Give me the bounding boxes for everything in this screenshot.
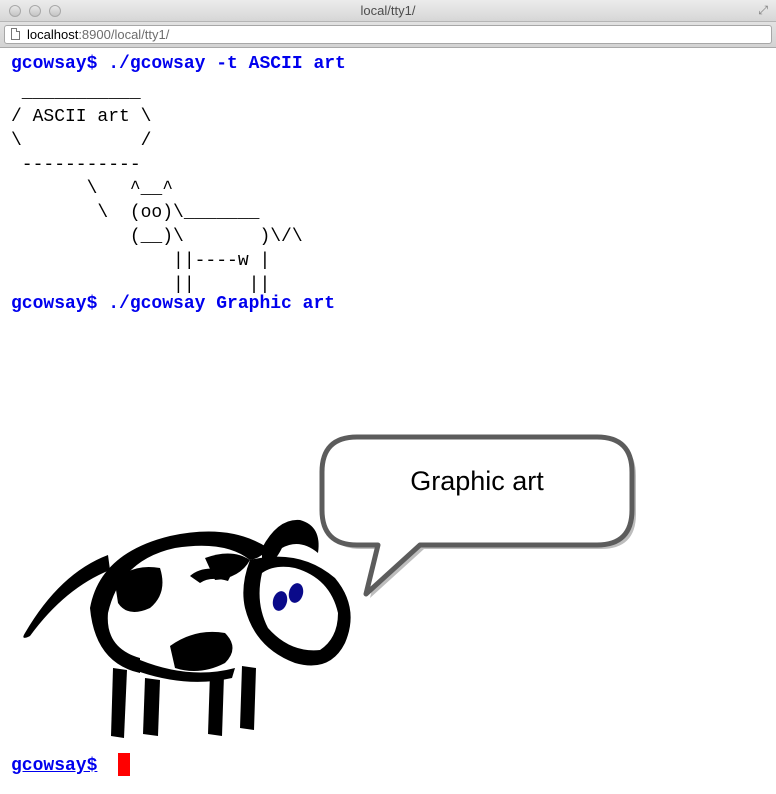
page-icon xyxy=(11,28,20,40)
url-field[interactable]: localhost:8900/local/tty1/ xyxy=(4,25,772,44)
speech-bubble xyxy=(319,434,636,598)
terminal-area[interactable]: gcowsay$ ./gcowsay -t ASCII art ________… xyxy=(0,48,776,794)
cow-drawing xyxy=(23,519,351,738)
window-titlebar: local/tty1/ ⤢ xyxy=(0,0,776,22)
address-bar: localhost:8900/local/tty1/ xyxy=(0,22,776,48)
graphic-cow-output xyxy=(23,434,636,738)
url-host: localhost xyxy=(27,27,79,42)
speech-bubble-text: Graphic art xyxy=(410,466,544,496)
shell-prompt[interactable]: gcowsay$ xyxy=(11,754,97,778)
window-title: local/tty1/ xyxy=(360,3,416,18)
text-cursor xyxy=(118,753,130,776)
fullscreen-icon[interactable]: ⤢ xyxy=(758,3,768,18)
url-text[interactable]: localhost:8900/local/tty1/ xyxy=(27,27,169,42)
url-path: :8900/local/tty1/ xyxy=(78,27,170,42)
